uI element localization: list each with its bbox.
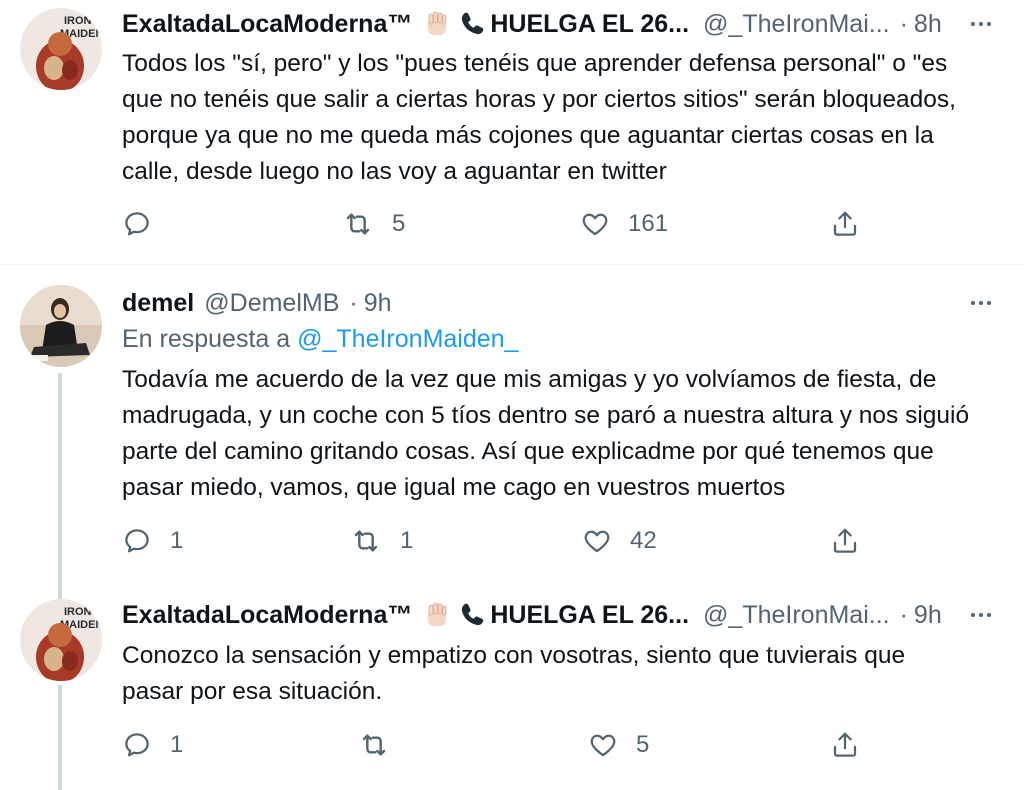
reply-prefix: En respuesta a: [122, 325, 291, 353]
tweet-text-line: Conozco la sensación y empatizo con voso…: [122, 642, 906, 669]
user-handle[interactable]: @_TheIronMai...: [703, 601, 890, 630]
heart-icon: [582, 526, 612, 556]
tweet-text-line: parte del camino gritando cosas. Así que…: [122, 438, 934, 465]
tweet-timestamp[interactable]: 9h: [364, 289, 392, 318]
retweet-icon: [342, 208, 374, 240]
tweet-actions: 1 5: [122, 725, 882, 765]
share-icon: [830, 209, 860, 239]
reply-count: 1: [170, 527, 184, 554]
svg-text:IRON: IRON: [64, 606, 92, 618]
reply-icon: [122, 209, 152, 239]
share-button[interactable]: [830, 204, 860, 244]
tweet-text: Todavía me acuerdo de la vez que mis ami…: [122, 362, 1002, 506]
share-icon: [830, 526, 860, 556]
reply-button[interactable]: [122, 204, 170, 244]
reply-count: 1: [170, 731, 184, 758]
more-options-icon[interactable]: [966, 9, 996, 39]
tweet-timestamp[interactable]: 8h: [914, 10, 942, 39]
heart-icon: [588, 730, 618, 760]
thread-connector-line: [58, 685, 62, 790]
raised-fist-emoji-icon: [422, 600, 452, 630]
thread-connector-line: [58, 373, 62, 585]
iron-maiden-avatar-image: IRON MAIDEN: [20, 8, 102, 90]
retweet-icon: [358, 729, 390, 761]
like-count: 161: [628, 210, 669, 237]
avatar[interactable]: IRON MAIDEN: [20, 8, 102, 90]
display-name[interactable]: demel: [122, 289, 194, 318]
retweet-button[interactable]: [358, 725, 408, 765]
tweet-text-line: porque ya que no me queda más cojones qu…: [122, 122, 934, 149]
avatar[interactable]: IRON MAIDEN: [20, 599, 102, 681]
heart-icon: [580, 209, 610, 239]
display-name[interactable]: ExaltadaLocaModerna™: [122, 601, 412, 630]
display-name-tagline[interactable]: HUELGA EL 26...: [490, 10, 689, 39]
share-button[interactable]: [830, 521, 860, 561]
reply-button[interactable]: 1: [122, 521, 183, 561]
tweet-3[interactable]: IRON MAIDEN ExaltadaLocaModerna™ HUELGA …: [0, 585, 1024, 790]
like-count: 42: [630, 527, 657, 554]
replying-to: En respuesta a @_TheIronMaiden_: [122, 325, 518, 354]
more-options-icon[interactable]: [966, 600, 996, 630]
tweet-header: demel @DemelMB · 9h: [122, 285, 964, 321]
like-button[interactable]: 42: [582, 521, 657, 561]
retweet-count: 5: [392, 210, 406, 237]
tweet-text-line: madrugada, y un coche con 5 tíos dentro …: [122, 402, 970, 429]
tweet-text: Conozco la sensación y empatizo con voso…: [122, 638, 1002, 710]
tweet-text-line: calle, desde luego no las voy a aguantar…: [122, 158, 667, 185]
retweet-icon: [350, 525, 382, 557]
separator-dot: ·: [899, 600, 908, 629]
telephone-emoji-icon: [458, 10, 486, 38]
tweet-text-line: Todavía me acuerdo de la vez que mis ami…: [122, 366, 937, 393]
separator-dot: ·: [349, 288, 358, 317]
user-handle[interactable]: @_TheIronMai...: [703, 10, 890, 39]
tweet-text-line: que no tenéis que salir a ciertas horas …: [122, 86, 956, 113]
separator-dot: ·: [899, 9, 908, 38]
like-button[interactable]: 5: [588, 725, 649, 765]
tweet-text-line: pasar por esa situación.: [122, 678, 383, 705]
retweet-button[interactable]: 1: [350, 521, 413, 561]
tweet-header: ExaltadaLocaModerna™ HUELGA EL 26... @_T…: [122, 6, 964, 42]
user-handle[interactable]: @DemelMB: [204, 289, 339, 318]
reply-to-handle-link[interactable]: @_TheIronMaiden_: [297, 325, 518, 353]
tweet-actions: 5 161: [122, 204, 882, 244]
retweet-count: 1: [400, 527, 414, 554]
tweet-actions: 1 1 42: [122, 521, 882, 561]
tweet-timestamp[interactable]: 9h: [914, 601, 942, 630]
display-name[interactable]: ExaltadaLocaModerna™: [122, 10, 412, 39]
iron-maiden-avatar-image: IRON MAIDEN: [20, 599, 102, 681]
tweet-2[interactable]: demel @DemelMB · 9h En respuesta a @_The…: [0, 265, 1024, 585]
tweet-1[interactable]: IRON MAIDEN ExaltadaLocaModerna™ HUELGA …: [0, 0, 1024, 264]
raised-fist-emoji-icon: [422, 9, 452, 39]
telephone-emoji-icon: [458, 601, 486, 629]
avatar[interactable]: [20, 285, 102, 367]
reply-button[interactable]: 1: [122, 725, 183, 765]
thread-connector-line: [58, 585, 62, 599]
svg-text:IRON: IRON: [64, 15, 92, 27]
profile-photo-image: [20, 285, 102, 367]
retweet-button[interactable]: 5: [342, 204, 405, 244]
tweet-header: ExaltadaLocaModerna™ HUELGA EL 26... @_T…: [122, 597, 964, 633]
display-name-tagline[interactable]: HUELGA EL 26...: [490, 601, 689, 630]
share-icon: [830, 730, 860, 760]
share-button[interactable]: [830, 725, 860, 765]
reply-icon: [122, 730, 152, 760]
tweet-text-line: pasar miedo, vamos, que igual me cago en…: [122, 474, 786, 501]
more-options-icon[interactable]: [966, 288, 996, 318]
like-count: 5: [636, 731, 650, 758]
tweet-text-line: Todos los "sí, pero" y los "pues tenéis …: [122, 50, 948, 77]
like-button[interactable]: 161: [580, 204, 668, 244]
tweet-text: Todos los "sí, pero" y los "pues tenéis …: [122, 46, 1002, 190]
reply-icon: [122, 526, 152, 556]
